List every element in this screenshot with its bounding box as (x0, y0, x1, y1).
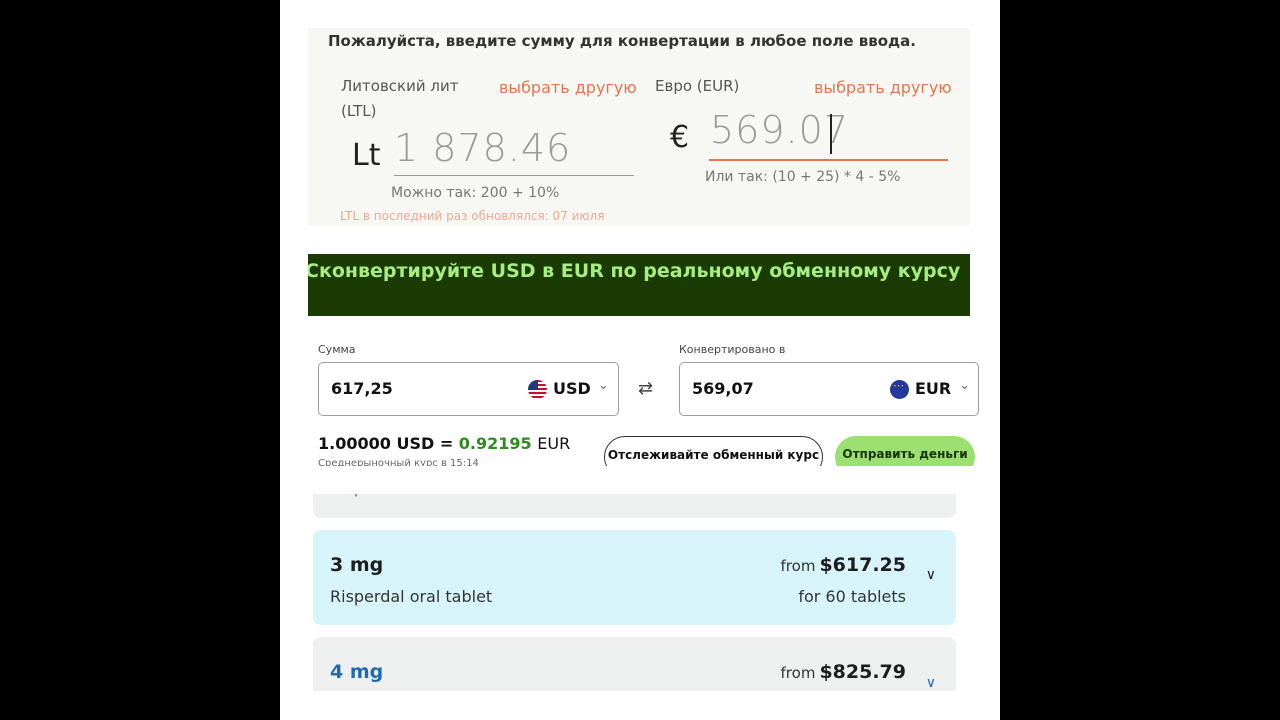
drug-name: Risperdal oral tablet (330, 587, 493, 606)
rate-unit: EUR (537, 434, 571, 453)
text-caret (830, 114, 832, 154)
dose: 4 mg (330, 661, 384, 683)
amount-value[interactable]: 617,25 (331, 379, 393, 398)
rate-value: 0.92195 (458, 434, 532, 453)
from-currency-code[interactable]: USD (553, 379, 591, 398)
price-value: $825.79 (819, 661, 906, 683)
exchange-rate: 1.00000 USD = 0.92195 EUR (318, 434, 570, 453)
banner-title: Сконвертируйте USD в EUR по реальному об… (308, 260, 961, 282)
change-to-currency-link[interactable]: выбрать другую (814, 78, 952, 97)
to-currency-code[interactable]: EUR (915, 379, 951, 398)
ltl-updated-note: LTL в последний раз обновлялся: 07 июля (340, 209, 605, 223)
price: from $825.79 (781, 661, 906, 683)
from-label: from (780, 557, 816, 575)
usd-eur-banner: Сконвертируйте USD в EUR по реальному об… (308, 254, 970, 316)
chevron-down-icon[interactable]: ⌄ (598, 378, 609, 393)
converted-field[interactable]: 569,07 EUR ⌄ (679, 362, 979, 416)
us-flag-icon (528, 380, 547, 399)
euro-symbol: € (670, 120, 690, 155)
rate-left: 1.00000 USD = (318, 434, 454, 453)
from-label: from (780, 664, 816, 682)
converter-instruction: Пожалуйста, введите сумму для конвертаци… (328, 32, 916, 50)
eur-hint: Или так: (10 + 25) * 4 - 5% (705, 169, 901, 185)
converted-label: Конвертировано в (679, 343, 786, 356)
from-currency-name-line1: Литовский лит (341, 77, 459, 95)
price-card-4mg[interactable]: 4 mg from $825.79 ∨ (313, 637, 956, 697)
screenshot-collage: Пожалуйста, введите сумму для конвертаци… (280, 0, 1000, 720)
dose: 3 mg (330, 554, 384, 576)
section-divider (280, 466, 1000, 494)
price-value: $617.25 (819, 554, 906, 576)
ltl-symbol: Lt (352, 138, 381, 173)
chevron-down-icon[interactable]: ∨ (926, 567, 936, 583)
rate-timestamp: Среднерыночный курс в 15:14 (318, 458, 479, 466)
ltl-eur-converter: Пожалуйста, введите сумму для конвертаци… (308, 28, 970, 226)
amount-field[interactable]: 617,25 USD ⌄ (318, 362, 619, 416)
ltl-hint: Можно так: 200 + 10% (391, 185, 560, 201)
chevron-down-icon[interactable]: ⌄ (959, 378, 970, 393)
ltl-amount-input[interactable]: 1 878.46 (394, 126, 571, 170)
quantity: for 60 tablets (798, 587, 906, 606)
swap-icon[interactable]: ⇄ (638, 378, 653, 399)
to-currency-name: Евро (EUR) (655, 77, 740, 95)
bottom-crop (280, 691, 1000, 720)
converted-value[interactable]: 569,07 (692, 379, 754, 398)
change-from-currency-link[interactable]: выбрать другую (499, 78, 637, 97)
from-currency-name: Литовский лит (LTL) (341, 74, 458, 124)
price-card-3mg[interactable]: 3 mg Risperdal oral tablet from $617.25 f… (313, 530, 956, 625)
amount-label: Сумма (318, 343, 356, 356)
eur-amount-input[interactable]: 569.07 (710, 108, 849, 152)
eur-input-underline (709, 159, 948, 161)
price: from $617.25 (781, 554, 906, 576)
from-currency-name-line2: (LTL) (341, 102, 377, 120)
eu-flag-icon (890, 380, 909, 399)
ltl-input-underline (394, 175, 634, 176)
chevron-down-icon[interactable]: ∨ (926, 675, 936, 691)
